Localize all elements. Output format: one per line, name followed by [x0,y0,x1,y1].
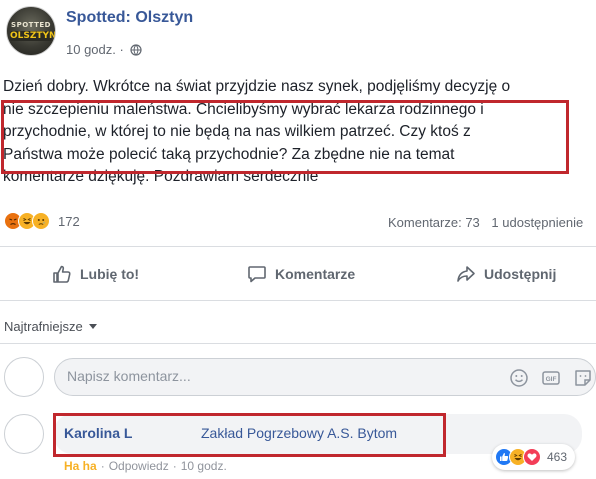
like-button[interactable]: Lubię to! [52,264,139,284]
comment-reactions[interactable]: 463 [492,444,576,470]
comment-bubble-icon [248,266,266,283]
comment-button[interactable]: Komentarze [247,264,355,284]
comment-label: Komentarze [275,266,356,282]
post-reaction-count[interactable]: 172 [58,214,80,229]
gif-icon[interactable]: GIF [541,368,561,388]
comment-input[interactable] [67,368,487,384]
emoji-icon[interactable] [509,368,529,388]
post-time[interactable]: 10 godz. · [66,42,124,57]
current-user-avatar[interactable] [4,357,44,397]
comment-haha-button[interactable]: Ha ha [64,459,97,473]
page-name-link[interactable]: Spotted: Olsztyn [66,9,193,27]
share-label: Udostępnij [484,266,557,282]
comment-input-box[interactable]: GIF [54,358,596,396]
separator-dot: · [100,459,105,473]
sad-reaction-icon [32,212,50,230]
share-arrow-icon [457,266,475,282]
comments-count-link[interactable]: Komentarze: 73 [388,215,480,230]
page-logo-top: SPOTTED [11,21,51,29]
post-meta: 10 godz. · [66,42,142,57]
like-label: Lubię to! [80,266,140,282]
comment-reply-button[interactable]: Odpowiedz [109,459,169,473]
globe-icon[interactable] [130,43,142,56]
post-action-bar: Lubię to! Komentarze Udostępnij [0,254,596,298]
post-line: Dzień dobry. Wkrótce na świat przyjdzie … [3,78,511,95]
divider [0,343,596,344]
divider [0,300,596,301]
page-logo-bottom: OLSZTYN [10,31,56,41]
thumbs-up-icon [53,265,71,283]
share-button[interactable]: Udostępnij [456,264,556,284]
sticker-icon[interactable] [573,368,593,388]
separator-dot: · [172,459,177,473]
comment-time[interactable]: 10 godz. [181,459,227,473]
heart-reaction-icon [523,448,541,466]
post-reactions[interactable]: 172 [4,212,80,230]
comment-sort-dropdown[interactable]: Najtrafniejsze [4,319,97,334]
commenter-avatar[interactable] [4,414,44,454]
svg-text:GIF: GIF [546,376,557,383]
highlight-box [1,100,569,174]
sort-label: Najtrafniejsze [4,319,83,334]
shares-count-link[interactable]: 1 udostępnienie [491,215,583,230]
comment-actions: Ha ha · Odpowiedz · 10 godz. [64,459,227,473]
comment-reaction-count: 463 [547,450,568,464]
page-avatar[interactable]: SPOTTED OLSZTYN [6,6,56,56]
divider [0,246,596,247]
caret-down-icon [88,324,97,329]
highlight-box [53,413,446,457]
post-stats: Komentarze: 73 1 udostępnienie [388,215,583,230]
